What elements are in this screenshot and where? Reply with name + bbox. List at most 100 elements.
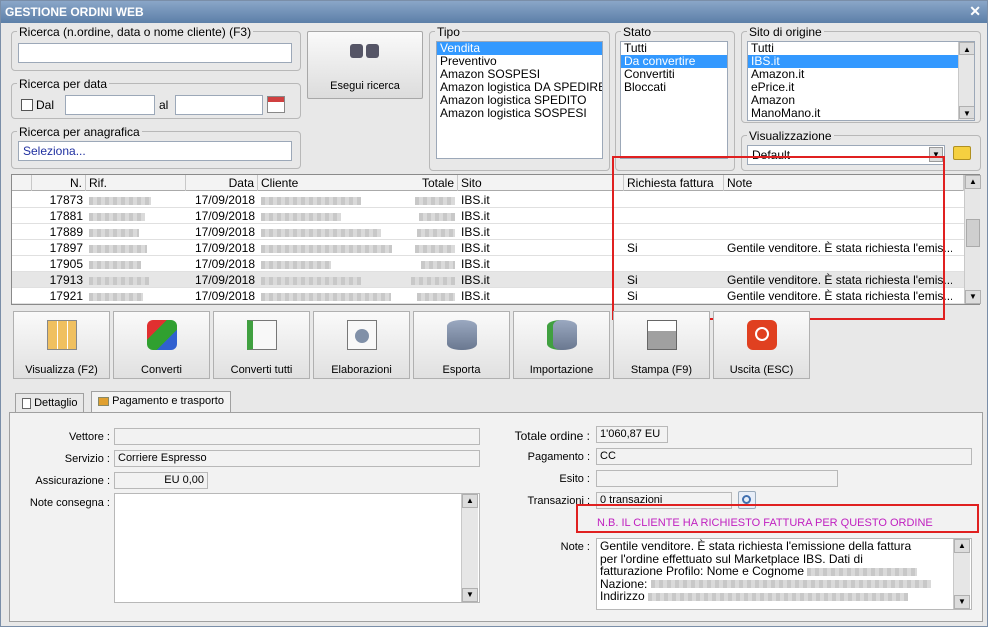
scroll-down-icon[interactable]: ▼ bbox=[954, 595, 970, 609]
esito-field[interactable] bbox=[596, 470, 838, 487]
toolbar-label: Visualizza (F2) bbox=[25, 364, 98, 376]
scroll-up-icon[interactable]: ▲ bbox=[462, 494, 478, 508]
servizio-field[interactable]: Corriere Espresso bbox=[114, 450, 480, 467]
table-row[interactable]: 17873 17/09/2018 IBS.it bbox=[12, 192, 964, 208]
assicurazione-label: Assicurazione : bbox=[35, 475, 110, 487]
sito-item[interactable]: Tutti bbox=[748, 42, 974, 55]
cell-data: 17/09/2018 bbox=[194, 273, 255, 287]
toolbar-label: Importazione bbox=[529, 364, 594, 376]
payment-panel: Vettore : Servizio : Corriere Espresso A… bbox=[9, 412, 983, 622]
pagamento-field[interactable]: CC bbox=[596, 448, 972, 465]
row-selector bbox=[12, 272, 32, 288]
esporta-button[interactable]: Esporta bbox=[413, 311, 510, 379]
date-group-label: Ricerca per data bbox=[17, 77, 110, 91]
uscita-button[interactable]: Uscita (ESC) bbox=[713, 311, 810, 379]
folder-icon[interactable] bbox=[953, 146, 971, 160]
dal-checkbox[interactable] bbox=[21, 99, 33, 111]
calendar-icon[interactable] bbox=[267, 96, 285, 113]
table-row[interactable]: 17905 17/09/2018 IBS.it bbox=[12, 256, 964, 272]
visualizza-button[interactable]: Visualizza (F2) bbox=[13, 311, 110, 379]
stato-list[interactable]: Tutti Da convertire Convertiti Bloccati bbox=[620, 41, 728, 159]
cell-data: 17/09/2018 bbox=[194, 193, 255, 207]
col-sito[interactable]: Sito bbox=[458, 175, 624, 191]
sito-list[interactable]: Tutti IBS.it Amazon.it ePrice.it Amazon … bbox=[747, 41, 975, 121]
cell-note bbox=[724, 208, 952, 224]
cell-richiesta: Si bbox=[627, 289, 638, 303]
chevron-down-icon[interactable]: ▼ bbox=[929, 147, 943, 162]
vettore-label: Vettore : bbox=[69, 431, 110, 443]
col-note[interactable]: Note bbox=[724, 175, 964, 191]
cell-n: 17921 bbox=[49, 289, 83, 303]
table-row[interactable]: 17897 17/09/2018 IBS.it Si Gentile venditore… bbox=[12, 240, 964, 256]
elaborazioni-button[interactable]: Elaborazioni bbox=[313, 311, 410, 379]
scroll-thumb[interactable] bbox=[966, 219, 980, 247]
note-consegna-scrollbar[interactable]: ▲ ▼ bbox=[461, 494, 478, 602]
note-line: Nazione: bbox=[600, 577, 968, 591]
cell-data: 17/09/2018 bbox=[194, 241, 255, 255]
col-rif[interactable]: Rif. bbox=[86, 175, 186, 191]
table-row[interactable]: 17913 17/09/2018 IBS.it Si Gentile venditore… bbox=[12, 272, 964, 288]
table-row[interactable]: 17889 17/09/2018 IBS.it bbox=[12, 224, 964, 240]
transazioni-field[interactable]: 0 transazioni bbox=[596, 492, 732, 509]
note-consegna-field[interactable]: ▲ ▼ bbox=[114, 493, 480, 603]
note-field[interactable]: Gentile venditore. È stata richiesta l'e… bbox=[596, 538, 972, 610]
grid-scrollbar[interactable]: ▲ ▼ bbox=[964, 175, 981, 304]
orders-grid[interactable]: N. Rif. Data Cliente Totale Sito Richies… bbox=[11, 174, 981, 305]
cell-richiesta: Si bbox=[627, 273, 638, 287]
sito-item[interactable]: ManoMano.it bbox=[748, 107, 974, 120]
cell-rif bbox=[86, 288, 186, 304]
close-icon[interactable]: ✕ bbox=[969, 3, 981, 20]
search-icon[interactable] bbox=[738, 491, 756, 509]
search-input[interactable] bbox=[18, 43, 292, 63]
tipo-item[interactable]: Amazon logistica SOSPESI bbox=[437, 107, 602, 120]
search-button[interactable]: Esegui ricerca bbox=[307, 31, 423, 99]
cell-n: 17913 bbox=[49, 273, 83, 287]
col-totale[interactable]: Totale bbox=[392, 175, 458, 191]
stato-item[interactable]: Bloccati bbox=[621, 81, 727, 94]
assicurazione-field[interactable]: EU 0,00 bbox=[114, 472, 208, 489]
scroll-up-icon[interactable]: ▲ bbox=[959, 42, 974, 55]
scroll-down-icon[interactable]: ▼ bbox=[462, 588, 478, 602]
stampa-button[interactable]: Stampa (F9) bbox=[613, 311, 710, 379]
cell-note: Gentile venditore. È stata richiesta l'e… bbox=[727, 289, 952, 303]
importazione-button[interactable]: Importazione bbox=[513, 311, 610, 379]
cell-data: 17/09/2018 bbox=[194, 257, 255, 271]
cell-richiesta bbox=[624, 192, 724, 208]
tab-pagamento[interactable]: Pagamento e trasporto bbox=[91, 391, 231, 413]
scroll-down-icon[interactable]: ▼ bbox=[965, 290, 981, 304]
registry-input[interactable]: Seleziona... bbox=[18, 141, 292, 161]
date-from-input[interactable] bbox=[65, 95, 155, 115]
table-row[interactable]: 17921 17/09/2018 IBS.it Si Gentile venditore… bbox=[12, 288, 964, 304]
main-window: GESTIONE ORDINI WEB ✕ Ricerca (n.ordine,… bbox=[0, 0, 988, 627]
scroll-down-icon[interactable]: ▼ bbox=[959, 106, 974, 119]
power-icon bbox=[747, 320, 777, 350]
scroll-up-icon[interactable]: ▲ bbox=[954, 539, 970, 553]
binoculars-icon bbox=[350, 44, 380, 58]
payment-icon bbox=[98, 396, 109, 406]
cell-rif bbox=[86, 224, 186, 240]
vettore-field[interactable] bbox=[114, 428, 480, 445]
sito-scrollbar[interactable]: ▲ ▼ bbox=[958, 42, 974, 120]
cell-richiesta: Si bbox=[627, 241, 638, 255]
row-selector bbox=[12, 256, 32, 272]
col-data[interactable]: Data bbox=[186, 175, 258, 191]
converti-button[interactable]: Converti bbox=[113, 311, 210, 379]
gear-document-icon bbox=[347, 320, 377, 350]
view-select[interactable]: Default bbox=[747, 145, 945, 165]
search-button-label: Esegui ricerca bbox=[330, 80, 400, 92]
totale-field[interactable]: 1'060,87 EU bbox=[596, 426, 668, 443]
esito-label: Esito : bbox=[559, 473, 590, 485]
col-n[interactable]: N. bbox=[32, 175, 86, 191]
toolbar-label: Elaborazioni bbox=[331, 364, 392, 376]
cell-richiesta bbox=[624, 256, 724, 272]
date-to-input[interactable] bbox=[175, 95, 263, 115]
col-richiesta[interactable]: Richiesta fattura bbox=[624, 175, 724, 191]
row-selector bbox=[12, 240, 32, 256]
note-label: Note : bbox=[560, 541, 590, 553]
scroll-up-icon[interactable]: ▲ bbox=[965, 175, 981, 189]
tab-dettaglio[interactable]: Dettaglio bbox=[15, 393, 85, 413]
converti-tutti-button[interactable]: Converti tutti bbox=[213, 311, 310, 379]
table-row[interactable]: 17881 17/09/2018 IBS.it bbox=[12, 208, 964, 224]
tipo-list[interactable]: Vendita Preventivo Amazon SOSPESI Amazon… bbox=[436, 41, 603, 159]
note-scrollbar[interactable]: ▲ ▼ bbox=[953, 539, 970, 609]
